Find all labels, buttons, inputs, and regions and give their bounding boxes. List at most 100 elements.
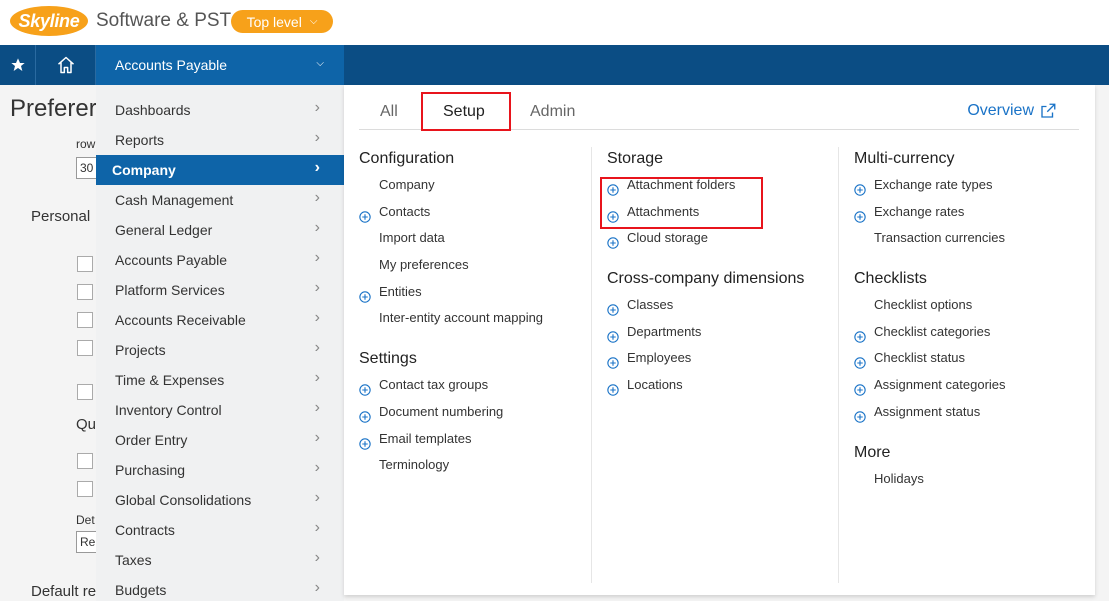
highlight-box-attachments	[600, 177, 763, 229]
add-plus-icon[interactable]	[607, 299, 619, 316]
menu-link-label: Checklist options	[874, 297, 973, 313]
menu-link-employees[interactable]: Employees	[607, 345, 837, 372]
chevron-right-icon: ›	[314, 279, 320, 296]
menu-item-label: Accounts Payable	[115, 252, 228, 268]
menu-item-inventory-control[interactable]: Inventory Control ›	[96, 395, 344, 425]
add-plus-icon[interactable]	[854, 379, 866, 396]
menu-item-platform-services[interactable]: Platform Services ›	[96, 275, 344, 305]
default-select[interactable]: Re	[76, 531, 98, 553]
add-plus-icon[interactable]	[359, 406, 371, 423]
module-selector[interactable]: Accounts Payable ⌵	[96, 45, 344, 85]
overview-label: Overview	[967, 102, 1034, 119]
add-plus-icon[interactable]	[854, 326, 866, 343]
tab-all[interactable]: All	[380, 103, 398, 121]
menu-link-checklist-options[interactable]: Checklist options	[854, 292, 1084, 319]
module-menu: Dashboards › Reports › Company › Cash Manageme…	[96, 85, 344, 601]
menu-link-exchange-rates[interactable]: Exchange rates	[854, 199, 1084, 226]
menu-item-company[interactable]: Company ›	[96, 155, 344, 185]
preference-checkbox[interactable]	[77, 284, 93, 300]
section-heading-checklists: Checklists	[854, 270, 927, 288]
add-plus-icon[interactable]	[607, 352, 619, 370]
preference-checkbox[interactable]	[77, 453, 93, 469]
menu-item-reports[interactable]: Reports ›	[96, 125, 344, 155]
rows-label: row	[76, 137, 96, 151]
menu-link-holidays[interactable]: Holidays	[854, 466, 1084, 493]
preference-checkbox[interactable]	[77, 312, 93, 328]
menu-item-general-ledger[interactable]: General Ledger ›	[96, 215, 344, 245]
menu-item-projects[interactable]: Projects ›	[96, 335, 344, 365]
menu-link-label: Import data	[379, 230, 445, 246]
default-report-label: Default re	[31, 583, 97, 600]
add-plus-icon[interactable]	[359, 206, 371, 223]
module-label: Accounts Payable	[115, 57, 228, 73]
add-plus-icon[interactable]	[607, 379, 619, 396]
menu-link-entities[interactable]: Entities	[359, 279, 589, 306]
menu-link-checklist-categories[interactable]: Checklist categories	[854, 319, 1084, 346]
menu-link-email-templates[interactable]: Email templates	[359, 426, 589, 453]
menu-link-locations[interactable]: Locations	[607, 372, 837, 399]
menu-link-import-data[interactable]: Import data	[359, 225, 589, 252]
highlight-box-setup-tab	[421, 92, 511, 131]
menu-link-departments[interactable]: Departments	[607, 319, 837, 346]
menu-link-transaction-currencies[interactable]: Transaction currencies	[854, 225, 1084, 252]
add-plus-icon[interactable]	[359, 379, 371, 396]
level-selector[interactable]: Top level ⌵	[231, 10, 333, 33]
menu-item-dashboards[interactable]: Dashboards ›	[96, 95, 344, 125]
menu-item-accounts-receivable[interactable]: Accounts Receivable ›	[96, 305, 344, 335]
menu-link-company[interactable]: Company	[359, 172, 589, 199]
add-plus-icon[interactable]	[359, 433, 371, 450]
menu-item-budgets[interactable]: Budgets ›	[96, 575, 344, 601]
menu-link-exchange-rate-types[interactable]: Exchange rate types	[854, 172, 1084, 199]
menu-link-assignment-status[interactable]: Assignment status	[854, 399, 1084, 426]
menu-link-checklist-status[interactable]: Checklist status	[854, 345, 1084, 372]
tab-admin[interactable]: Admin	[530, 103, 575, 121]
menu-link-cloud-storage[interactable]: Cloud storage	[607, 225, 837, 252]
main-navbar: Accounts Payable ⌵	[0, 45, 1109, 85]
menu-link-document-numbering[interactable]: Document numbering	[359, 399, 589, 426]
home-icon[interactable]	[36, 45, 96, 85]
section-heading-settings: Settings	[359, 350, 417, 368]
menu-item-time-and-expenses[interactable]: Time & Expenses ›	[96, 365, 344, 395]
favorites-star-icon[interactable]	[0, 45, 36, 85]
preference-checkbox[interactable]	[77, 481, 93, 497]
menu-link-terminology[interactable]: Terminology	[359, 452, 589, 479]
menu-item-taxes[interactable]: Taxes ›	[96, 545, 344, 575]
menu-link-assignment-categories[interactable]: Assignment categories	[854, 372, 1084, 399]
add-plus-icon[interactable]	[854, 406, 866, 423]
preference-checkbox[interactable]	[77, 340, 93, 356]
menu-link-classes[interactable]: Classes	[607, 292, 837, 319]
menu-item-purchasing[interactable]: Purchasing ›	[96, 455, 344, 485]
menu-link-contact-tax-groups[interactable]: Contact tax groups	[359, 372, 589, 399]
add-plus-icon[interactable]	[359, 286, 371, 303]
menu-link-label: Employees	[627, 350, 692, 366]
skyline-logo[interactable]: Skyline	[10, 6, 88, 36]
overview-link[interactable]: Overview	[967, 102, 1057, 120]
level-label: Top level	[246, 13, 302, 30]
company-name: Software & PST	[96, 10, 232, 31]
add-plus-icon[interactable]	[607, 232, 619, 250]
menu-item-label: Order Entry	[115, 432, 188, 448]
menu-item-label: Inventory Control	[115, 402, 222, 418]
menu-item-cash-management[interactable]: Cash Management ›	[96, 185, 344, 215]
preference-checkbox[interactable]	[77, 256, 93, 272]
menu-item-contracts[interactable]: Contracts ›	[96, 515, 344, 545]
menu-item-label: Company	[112, 162, 176, 178]
menu-item-order-entry[interactable]: Order Entry ›	[96, 425, 344, 455]
add-plus-icon[interactable]	[854, 206, 866, 223]
menu-item-accounts-payable[interactable]: Accounts Payable ›	[96, 245, 344, 275]
chevron-right-icon: ›	[314, 459, 320, 476]
add-plus-icon[interactable]	[854, 352, 866, 370]
chevron-right-icon: ›	[314, 189, 320, 206]
add-plus-icon[interactable]	[607, 326, 619, 343]
chevron-right-icon: ›	[314, 99, 320, 116]
menu-item-label: Time & Expenses	[115, 372, 225, 388]
menu-link-label: Classes	[627, 297, 674, 313]
rows-input[interactable]: 30	[76, 157, 98, 179]
add-plus-icon[interactable]	[854, 179, 866, 196]
preference-checkbox[interactable]	[77, 384, 93, 400]
menu-item-global-consolidations[interactable]: Global Consolidations ›	[96, 485, 344, 515]
menu-column-3: Multi-currency Exchange rate types Exchang…	[854, 145, 1084, 492]
menu-link-inter-entity-account-mapping[interactable]: Inter-entity account mapping	[359, 305, 589, 332]
menu-link-contacts[interactable]: Contacts	[359, 199, 589, 226]
menu-link-my-preferences[interactable]: My preferences	[359, 252, 589, 279]
